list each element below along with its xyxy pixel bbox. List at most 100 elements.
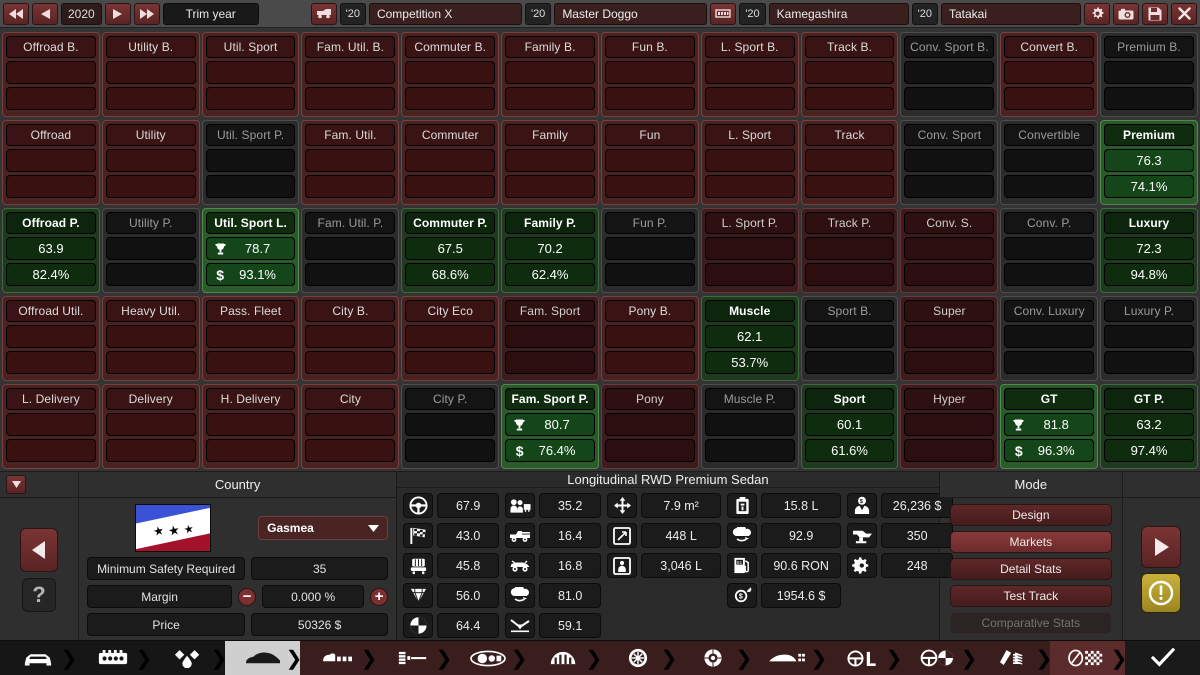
tab-headlight[interactable]: ❯ [450, 641, 525, 675]
market-cell-fun-b[interactable]: Fun B. [601, 32, 699, 117]
market-cell-commuter-p[interactable]: Commuter P.67.568.6% [401, 208, 499, 293]
tab-aero[interactable]: ❯ [750, 641, 825, 675]
market-cell-heavy-util[interactable]: Heavy Util. [102, 296, 200, 381]
market-cell-utility[interactable]: Utility [102, 120, 200, 205]
market-cell-convert-b[interactable]: Convert B. [1000, 32, 1098, 117]
market-cell-track-p[interactable]: Track P. [801, 208, 899, 293]
price-value[interactable]: 50326 $ [251, 613, 388, 636]
tab-gear-cog[interactable]: ❯ [525, 641, 600, 675]
trim-year-button[interactable]: Trim year [163, 3, 259, 25]
tab-brake[interactable]: ❯ [675, 641, 750, 675]
mode-button-test-track[interactable]: Test Track [950, 585, 1112, 607]
tab-steer-pie[interactable]: ❯ [900, 641, 975, 675]
market-cell-fam-util[interactable]: Fam. Util. [301, 120, 399, 205]
close-icon[interactable] [1171, 3, 1197, 25]
market-cell-family-p[interactable]: Family P.70.262.4% [501, 208, 599, 293]
entry-name-2[interactable]: Kamegashira [769, 3, 909, 25]
market-cell-city[interactable]: City [301, 384, 399, 469]
market-cell-offroad-b[interactable]: Offroad B. [2, 32, 100, 117]
grille-icon[interactable] [710, 3, 736, 25]
market-cell-offroad[interactable]: Offroad [2, 120, 100, 205]
margin-decrease-button[interactable]: − [238, 588, 256, 606]
camera-icon[interactable] [1113, 3, 1139, 25]
tab-fluids[interactable]: ❯ [150, 641, 225, 675]
min-safety-value[interactable]: 35 [251, 557, 388, 580]
market-cell-muscle-p[interactable]: Muscle P. [701, 384, 799, 469]
margin-increase-button[interactable]: + [370, 588, 388, 606]
market-cell-hyper[interactable]: Hyper [900, 384, 998, 469]
market-cell-gt-p[interactable]: GT P.63.297.4% [1100, 384, 1198, 469]
market-cell-fam-sport[interactable]: Fam. Sport [501, 296, 599, 381]
van-icon[interactable] [311, 3, 337, 25]
market-cell-premium-b[interactable]: Premium B. [1100, 32, 1198, 117]
tab-car-body[interactable]: ❯ [225, 641, 300, 675]
market-cell-muscle[interactable]: Muscle62.153.7% [701, 296, 799, 381]
market-cell-fun-p[interactable]: Fun P. [601, 208, 699, 293]
mode-button-detail-stats[interactable]: Detail Stats [950, 558, 1112, 580]
tab-engine[interactable]: ❯ [75, 641, 150, 675]
market-cell-luxury[interactable]: Luxury72.394.8% [1100, 208, 1198, 293]
market-cell-conv-sport-b[interactable]: Conv. Sport B. [900, 32, 998, 117]
market-cell-luxury-p[interactable]: Luxury P. [1100, 296, 1198, 381]
market-cell-family[interactable]: Family [501, 120, 599, 205]
mode-button-markets[interactable]: Markets [950, 531, 1112, 553]
market-cell-l-sport[interactable]: L. Sport [701, 120, 799, 205]
gear-icon[interactable] [1084, 3, 1110, 25]
market-cell-track[interactable]: Track [801, 120, 899, 205]
entry-name-1[interactable]: Master Doggo [554, 3, 707, 25]
back-arrow-icon[interactable] [20, 528, 58, 572]
market-cell-commuter-b[interactable]: Commuter B. [401, 32, 499, 117]
floppy-disk-icon[interactable] [1142, 3, 1168, 25]
market-cell-fun[interactable]: Fun [601, 120, 699, 205]
margin-value[interactable]: 0.000 % [262, 585, 364, 608]
market-cell-l-delivery[interactable]: L. Delivery [2, 384, 100, 469]
tab-wheel[interactable]: ❯ [600, 641, 675, 675]
market-cell-city-b[interactable]: City B. [301, 296, 399, 381]
tab-car-front[interactable]: ❯ [0, 641, 75, 675]
market-cell-gt[interactable]: GT 81.8 $ 96.3% [1000, 384, 1098, 469]
tab-confirm[interactable] [1125, 641, 1200, 675]
mode-button-design[interactable]: Design [950, 504, 1112, 526]
market-cell-premium[interactable]: Premium76.374.1% [1100, 120, 1198, 205]
market-cell-utility-b[interactable]: Utility B. [102, 32, 200, 117]
market-cell-l-sport-b[interactable]: L. Sport B. [701, 32, 799, 117]
market-cell-convertible[interactable]: Convertible [1000, 120, 1098, 205]
market-cell-commuter[interactable]: Commuter [401, 120, 499, 205]
question-mark-icon[interactable]: ? [22, 578, 56, 612]
market-cell-fam-util-p[interactable]: Fam. Util. P. [301, 208, 399, 293]
tab-suspension[interactable]: ❯ [975, 641, 1050, 675]
entry-name-3[interactable]: Tatakai [941, 3, 1081, 25]
market-cell-sport-b[interactable]: Sport B. [801, 296, 899, 381]
market-cell-super[interactable]: Super [900, 296, 998, 381]
market-cell-family-b[interactable]: Family B. [501, 32, 599, 117]
market-cell-conv-sport[interactable]: Conv. Sport [900, 120, 998, 205]
market-cell-conv-s[interactable]: Conv. S. [900, 208, 998, 293]
market-cell-l-sport-p[interactable]: L. Sport P. [701, 208, 799, 293]
tab-interior[interactable]: ❯ [375, 641, 450, 675]
tab-testing[interactable]: ❯ [1050, 641, 1125, 675]
market-cell-conv-p[interactable]: Conv. P. [1000, 208, 1098, 293]
entry-name-0[interactable]: Competition X [369, 3, 522, 25]
market-cell-utility-p[interactable]: Utility P. [102, 208, 200, 293]
warning-icon[interactable] [1141, 573, 1181, 613]
market-cell-conv-luxury[interactable]: Conv. Luxury [1000, 296, 1098, 381]
tab-chassis[interactable]: ❯ [300, 641, 375, 675]
market-cell-h-delivery[interactable]: H. Delivery [202, 384, 300, 469]
market-cell-pony[interactable]: Pony [601, 384, 699, 469]
market-cell-fam-sport-p[interactable]: Fam. Sport P. 80.7 $ 76.4% [501, 384, 599, 469]
market-cell-city-p[interactable]: City P. [401, 384, 499, 469]
market-cell-city-eco[interactable]: City Eco [401, 296, 499, 381]
prev-icon[interactable] [32, 3, 58, 25]
market-cell-util-sport-p[interactable]: Util. Sport P. [202, 120, 300, 205]
market-cell-pony-b[interactable]: Pony B. [601, 296, 699, 381]
market-cell-delivery[interactable]: Delivery [102, 384, 200, 469]
country-select[interactable]: Gasmea [258, 516, 388, 540]
market-cell-sport[interactable]: Sport60.161.6% [801, 384, 899, 469]
next-icon[interactable] [105, 3, 131, 25]
skip-back-icon[interactable] [3, 3, 29, 25]
market-cell-pass-fleet[interactable]: Pass. Fleet [202, 296, 300, 381]
tab-drivetrain[interactable]: ❯ [825, 641, 900, 675]
market-cell-offroad-p[interactable]: Offroad P.63.982.4% [2, 208, 100, 293]
market-cell-util-sport-l[interactable]: Util. Sport L. 78.7 $ 93.1% [202, 208, 300, 293]
market-cell-track-b[interactable]: Track B. [801, 32, 899, 117]
